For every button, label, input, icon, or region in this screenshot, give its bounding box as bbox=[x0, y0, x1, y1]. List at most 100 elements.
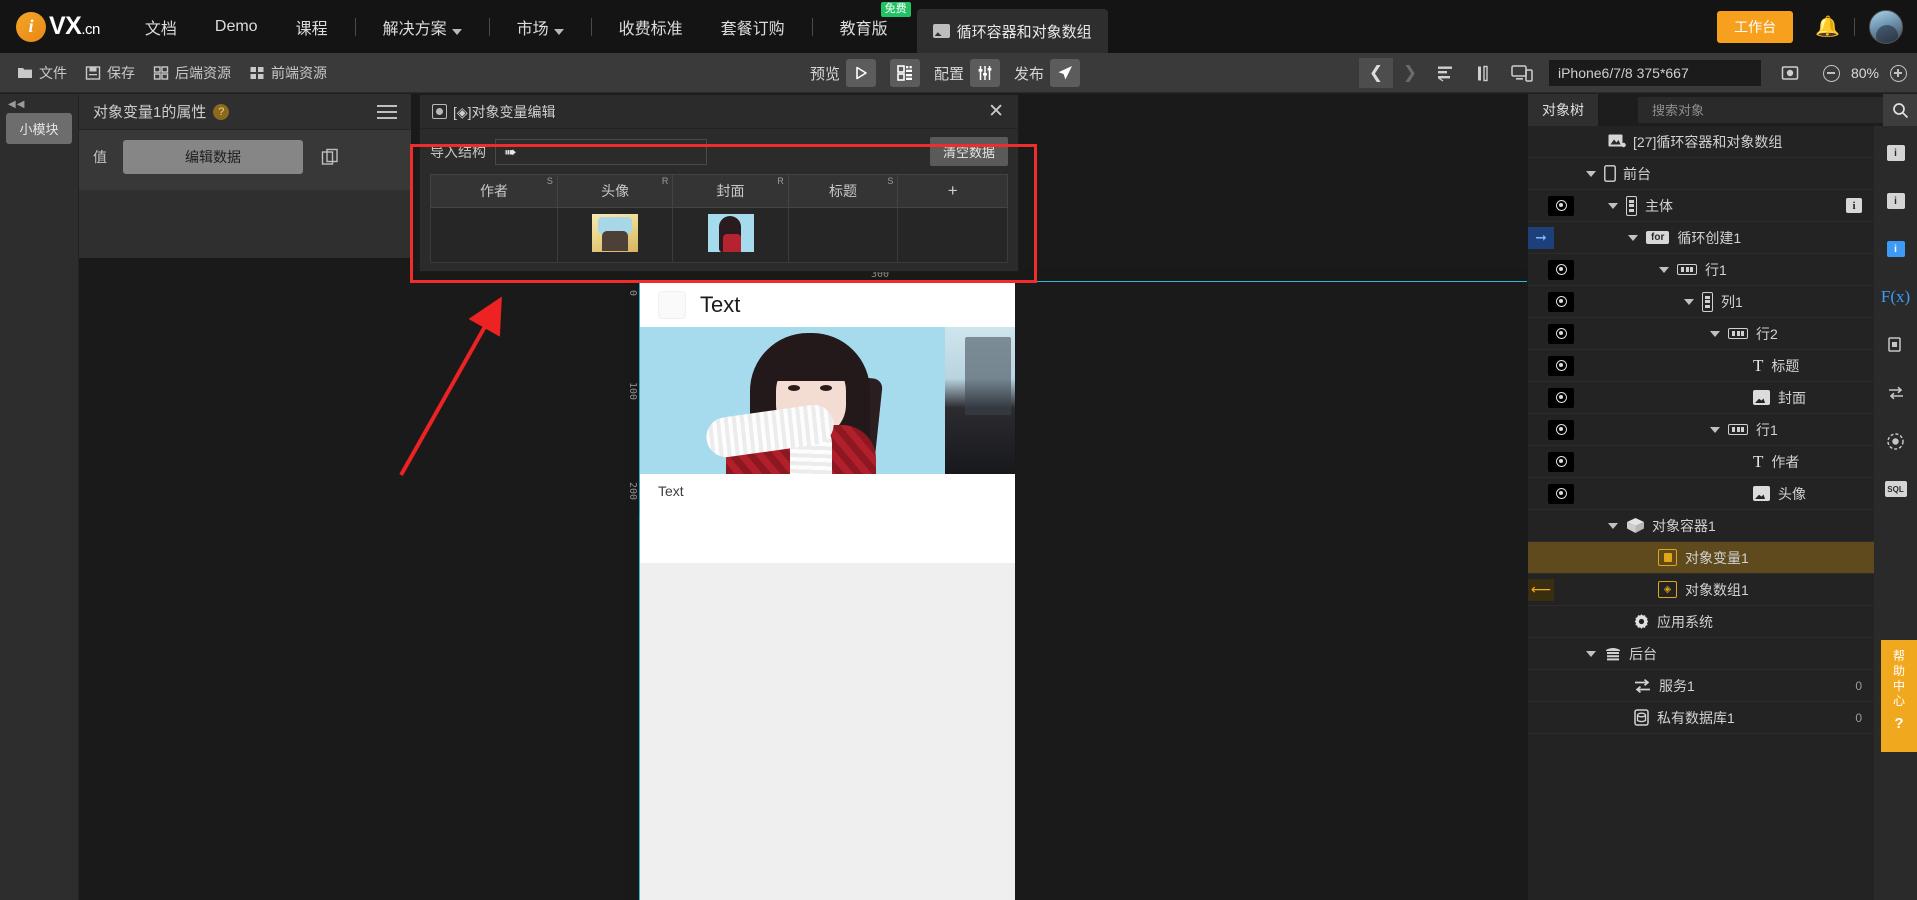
send-icon[interactable] bbox=[1050, 59, 1080, 87]
tree-node-object-container[interactable]: 对象容器1 bbox=[1528, 510, 1874, 542]
backend-resource-button[interactable]: 后端资源 bbox=[144, 58, 240, 88]
chevron-down-icon[interactable] bbox=[1710, 427, 1720, 433]
tree-node-private-database-1[interactable]: 私有数据库1 0 bbox=[1528, 702, 1874, 734]
copy-icon[interactable] bbox=[317, 144, 343, 170]
chevron-down-icon[interactable] bbox=[1628, 235, 1638, 241]
search-input-wrap[interactable] bbox=[1638, 97, 1883, 123]
goto-back-arrow-icon[interactable]: ⟵ bbox=[1528, 579, 1554, 601]
question-mark-icon[interactable]: ? bbox=[213, 104, 229, 120]
tree-node-row1-b[interactable]: 行1 bbox=[1528, 414, 1874, 446]
save-button[interactable]: 保存 bbox=[76, 58, 144, 88]
object-tree-list[interactable]: [27]循环容器和对象数组 前台 bbox=[1528, 126, 1874, 900]
tree-node-cover[interactable]: 封面 bbox=[1528, 382, 1874, 414]
qrcode-icon[interactable] bbox=[890, 59, 920, 87]
cell-avatar[interactable] bbox=[557, 208, 672, 263]
tree-node-author[interactable]: T 作者 bbox=[1528, 446, 1874, 478]
chevron-down-icon[interactable] bbox=[1608, 203, 1618, 209]
tab-object-tree[interactable]: 对象树 bbox=[1528, 94, 1598, 126]
table-row[interactable] bbox=[431, 208, 1008, 263]
device-selector[interactable]: iPhone6/7/8 375*667 bbox=[1549, 60, 1761, 86]
nav-item-courses[interactable]: 课程 bbox=[277, 0, 347, 53]
tree-node-row2[interactable]: 行2 bbox=[1528, 318, 1874, 350]
sliders-icon[interactable] bbox=[970, 59, 1000, 87]
tree-node-object-array-1[interactable]: ⟵ ◈ 对象数组1 bbox=[1528, 574, 1874, 606]
nav-item-demo[interactable]: Demo bbox=[196, 0, 277, 53]
visibility-toggle[interactable] bbox=[1548, 292, 1574, 312]
tree-node-app[interactable]: [27]循环容器和对象数组 bbox=[1528, 126, 1874, 158]
goto-arrow-icon[interactable]: ➞ bbox=[1528, 227, 1554, 249]
responsive-icon[interactable] bbox=[1505, 58, 1539, 88]
info-icon[interactable]: i bbox=[1883, 140, 1909, 166]
visibility-toggle[interactable] bbox=[1548, 324, 1574, 344]
tree-node-col1[interactable]: 列1 bbox=[1528, 286, 1874, 318]
cell-title[interactable] bbox=[788, 208, 898, 263]
swap-icon[interactable] bbox=[1883, 380, 1909, 406]
hamburger-icon[interactable] bbox=[377, 101, 397, 123]
close-icon[interactable]: ✕ bbox=[986, 102, 1006, 121]
fx-icon[interactable]: F(x) bbox=[1883, 284, 1909, 310]
grid-col-cover[interactable]: 封面 R bbox=[673, 175, 788, 208]
visibility-toggle[interactable] bbox=[1548, 196, 1574, 216]
device-preview-frame[interactable]: Text Text bbox=[640, 282, 1015, 900]
layers-icon[interactable]: i bbox=[1883, 236, 1909, 262]
import-structure-input[interactable]: ➠ bbox=[495, 139, 707, 165]
visibility-toggle[interactable] bbox=[1548, 260, 1574, 280]
workbench-button[interactable]: 工作台 bbox=[1717, 11, 1793, 43]
tree-node-title[interactable]: T 标题 bbox=[1528, 350, 1874, 382]
brand-logo[interactable]: i VX.cn bbox=[16, 12, 100, 42]
copy-page-icon[interactable] bbox=[1883, 332, 1909, 358]
visibility-toggle[interactable] bbox=[1548, 356, 1574, 376]
search-input[interactable] bbox=[1650, 102, 1883, 119]
zoom-in-icon[interactable] bbox=[1890, 65, 1907, 82]
info-icon[interactable]: i bbox=[1846, 198, 1862, 213]
project-tab[interactable]: 循环容器和对象数组 bbox=[917, 9, 1108, 53]
collapse-left-icon[interactable]: ◀◀ bbox=[0, 94, 78, 110]
tree-node-loop-create[interactable]: ➞ for 循环创建1 bbox=[1528, 222, 1874, 254]
file-menu-button[interactable]: 文件 bbox=[8, 58, 76, 88]
tree-node-frontend[interactable]: 前台 bbox=[1528, 158, 1874, 190]
tree-node-avatar[interactable]: 头像 bbox=[1528, 478, 1874, 510]
nav-item-market[interactable]: 市场 bbox=[498, 0, 583, 53]
edit-data-button[interactable]: 编辑数据 bbox=[123, 140, 303, 174]
grid-col-avatar[interactable]: 头像 R bbox=[557, 175, 672, 208]
grid-col-title[interactable]: 标题 S bbox=[788, 175, 898, 208]
mini-module-button[interactable]: 小模块 bbox=[6, 113, 72, 144]
clear-data-button[interactable]: 清空数据 bbox=[930, 137, 1008, 166]
chevron-down-icon[interactable] bbox=[1659, 267, 1669, 273]
nav-item-solutions[interactable]: 解决方案 bbox=[364, 0, 481, 53]
chevron-left-icon[interactable]: ❮ bbox=[1359, 58, 1393, 88]
chevron-down-icon[interactable] bbox=[1684, 299, 1694, 305]
tree-node-body[interactable]: 主体 i bbox=[1528, 190, 1874, 222]
play-icon[interactable] bbox=[846, 59, 876, 87]
nav-item-pricing[interactable]: 收费标准 bbox=[600, 0, 702, 53]
frontend-resource-button[interactable]: 前端资源 bbox=[240, 58, 336, 88]
vertical-ruler[interactable]: 0 100 200 bbox=[626, 282, 640, 900]
nav-item-docs[interactable]: 文档 bbox=[126, 0, 196, 53]
visibility-toggle[interactable] bbox=[1548, 484, 1574, 504]
nav-item-plans[interactable]: 套餐订购 bbox=[702, 0, 804, 53]
tree-node-service-1[interactable]: 服务1 0 bbox=[1528, 670, 1874, 702]
visibility-toggle[interactable] bbox=[1548, 452, 1574, 472]
grid-col-author[interactable]: 作者 S bbox=[431, 175, 558, 208]
object-data-grid[interactable]: 作者 S 头像 R 封面 R 标题 S bbox=[430, 174, 1008, 263]
chevron-down-icon[interactable] bbox=[1608, 523, 1618, 529]
chevron-down-icon[interactable] bbox=[1710, 331, 1720, 337]
nav-item-education[interactable]: 教育版 免费 bbox=[821, 0, 907, 53]
history-icon[interactable] bbox=[1883, 428, 1909, 454]
visibility-toggle[interactable] bbox=[1548, 388, 1574, 408]
search-icon[interactable] bbox=[1883, 94, 1917, 126]
grid-add-column-button[interactable]: + bbox=[898, 175, 1008, 208]
tree-node-backend[interactable]: 后台 bbox=[1528, 638, 1874, 670]
tree-node-row1-a[interactable]: 行1 bbox=[1528, 254, 1874, 286]
columns-icon[interactable] bbox=[1467, 58, 1501, 88]
portrait-photo[interactable] bbox=[640, 327, 1015, 474]
avatar[interactable] bbox=[1869, 10, 1903, 44]
bell-icon[interactable]: 🔔 bbox=[1815, 14, 1840, 39]
sql-icon[interactable]: SQL bbox=[1883, 476, 1909, 502]
info-settings-icon[interactable]: i bbox=[1883, 188, 1909, 214]
zoom-out-icon[interactable] bbox=[1823, 65, 1840, 82]
object-variable-edit-dialog[interactable]: [◈]对象变量编辑 ✕ 导入结构 ➠ 清空数据 作者 S bbox=[419, 94, 1019, 272]
cell-author[interactable] bbox=[431, 208, 558, 263]
chevron-right-icon[interactable]: ❯ bbox=[1393, 58, 1427, 88]
visibility-toggle[interactable] bbox=[1548, 420, 1574, 440]
